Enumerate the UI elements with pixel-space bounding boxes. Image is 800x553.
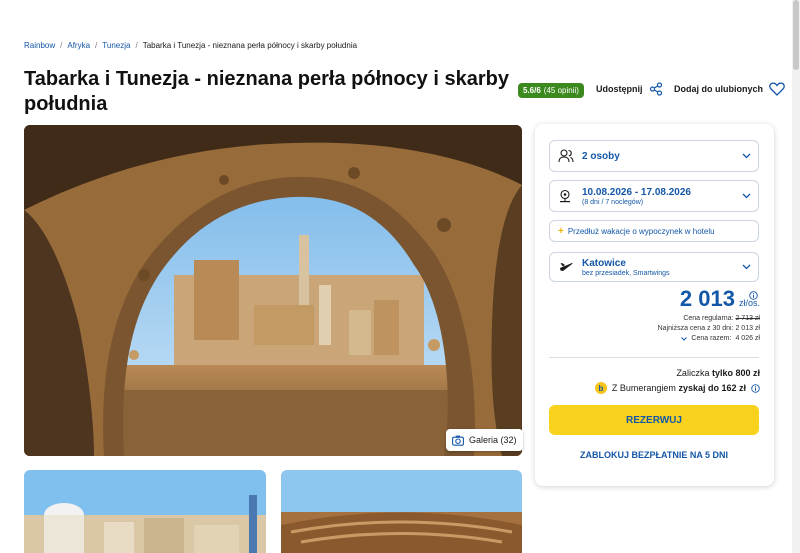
breadcrumb-link-afryka[interactable]: Afryka xyxy=(67,41,90,50)
reserve-button[interactable]: REZERWUJ xyxy=(549,405,759,435)
share-icon xyxy=(649,82,662,96)
dates-sub: (8 dni / 7 noclegów) xyxy=(582,198,644,206)
breadcrumb-separator: / xyxy=(60,41,63,50)
rating-badge[interactable]: 5.6/6 (45 opinii) xyxy=(518,83,584,98)
lowest-price: Najniższa cena z 30 dni: 2 013 zł xyxy=(658,325,760,332)
deposit-value: tylko 800 zł xyxy=(711,368,760,378)
deposit-prefix: Zaliczka xyxy=(676,368,710,378)
boomerang-prefix: Z Bumerangiem xyxy=(611,383,676,393)
price-block: 2 013 zł/os. xyxy=(680,286,760,312)
total-price-value: 4 026 zł xyxy=(735,335,760,342)
chevron-down-icon xyxy=(742,193,750,199)
regular-price-value: 2 713 zł xyxy=(735,315,760,322)
chevron-down-icon xyxy=(742,264,750,270)
block-free-button[interactable]: ZABLOKUJ BEZPŁATNIE NA 5 DNI xyxy=(549,445,759,465)
gallery-button[interactable]: Galeria (32) xyxy=(446,429,523,451)
lowest-price-value: 2 013 zł xyxy=(735,325,760,332)
booking-panel: 2 osoby 10.08.2026 - 17.08.2026 (8 dni /… xyxy=(535,124,774,486)
plane-icon xyxy=(560,262,573,271)
breadcrumb-link-rainbow[interactable]: Rainbow xyxy=(24,41,55,50)
thumbnail-photo-amphitheatre xyxy=(281,470,522,553)
boomerang-logo: b xyxy=(594,382,607,394)
dates-value: 10.08.2026 - 17.08.2026 xyxy=(582,186,691,198)
regular-price-label: Cena regularna: xyxy=(683,315,734,322)
total-price-toggle[interactable]: Cena razem: 4 026 zł xyxy=(681,335,760,342)
regular-price: Cena regularna: 2 713 zł xyxy=(683,315,760,322)
boomerang-info: b Z Bumerangiem zyskaj do 162 zł xyxy=(594,382,760,394)
hero-photo xyxy=(24,125,522,456)
breadcrumb-current: Tabarka i Tunezja - nieznana perła półno… xyxy=(142,41,358,50)
plus-icon: + xyxy=(558,225,564,237)
scrollbar[interactable] xyxy=(792,0,800,553)
gallery-thumbnail[interactable] xyxy=(281,470,522,553)
price-unit: zł/os. xyxy=(738,298,760,308)
breadcrumb: Rainbow / Afryka / Tunezja / Tabarka i T… xyxy=(24,41,357,50)
breadcrumb-separator: / xyxy=(135,41,138,50)
hero-image[interactable] xyxy=(24,125,522,456)
lowest-price-label: Najniższa cena z 30 dni: xyxy=(657,325,734,332)
departure-select[interactable]: Katowice bez przesiadek, Smartwings xyxy=(549,252,759,282)
heart-icon xyxy=(769,82,785,96)
favorite-button[interactable]: Dodaj do ulubionych xyxy=(674,82,785,96)
page-title: Tabarka i Tunezja - nieznana perła półno… xyxy=(24,68,509,115)
breadcrumb-separator: / xyxy=(95,41,98,50)
departure-city: Katowice xyxy=(582,257,626,269)
thumbnail-photo-city xyxy=(24,470,266,553)
calendar-icon xyxy=(560,189,570,203)
share-label: Udostępnij xyxy=(596,84,643,94)
boomerang-value: zyskaj do 162 zł xyxy=(678,383,746,393)
info-icon[interactable] xyxy=(751,383,760,393)
chevron-down-icon xyxy=(742,153,750,159)
rating-value: 5.6/6 xyxy=(523,86,541,95)
price-value: 2 013 xyxy=(679,286,735,311)
total-price-label: Cena razem: xyxy=(691,335,732,342)
share-button[interactable]: Udostępnij xyxy=(596,82,663,96)
favorite-label: Dodaj do ulubionych xyxy=(674,84,763,94)
divider xyxy=(549,357,759,358)
chevron-down-icon xyxy=(681,336,688,341)
gallery-thumbnail[interactable] xyxy=(24,470,266,553)
extend-vacation-button[interactable]: + Przedłuż wakacje o wypoczynek w hotelu xyxy=(549,220,759,242)
persons-value: 2 osoby xyxy=(582,150,620,162)
camera-icon xyxy=(452,435,464,446)
scrollbar-thumb[interactable] xyxy=(793,0,799,70)
dates-select[interactable]: 10.08.2026 - 17.08.2026 (8 dni / 7 nocle… xyxy=(549,180,759,212)
rating-count: (45 opinii) xyxy=(543,86,579,95)
departure-sub: bez przesiadek, Smartwings xyxy=(582,269,670,277)
extend-label: Przedłuż wakacje o wypoczynek w hotelu xyxy=(567,226,715,236)
persons-select[interactable]: 2 osoby xyxy=(549,140,759,172)
deposit-info: Zaliczka tylko 800 zł xyxy=(676,368,760,378)
breadcrumb-link-tunezja[interactable]: Tunezja xyxy=(102,41,130,50)
people-icon xyxy=(558,149,574,163)
gallery-label: Galeria (32) xyxy=(469,435,517,445)
